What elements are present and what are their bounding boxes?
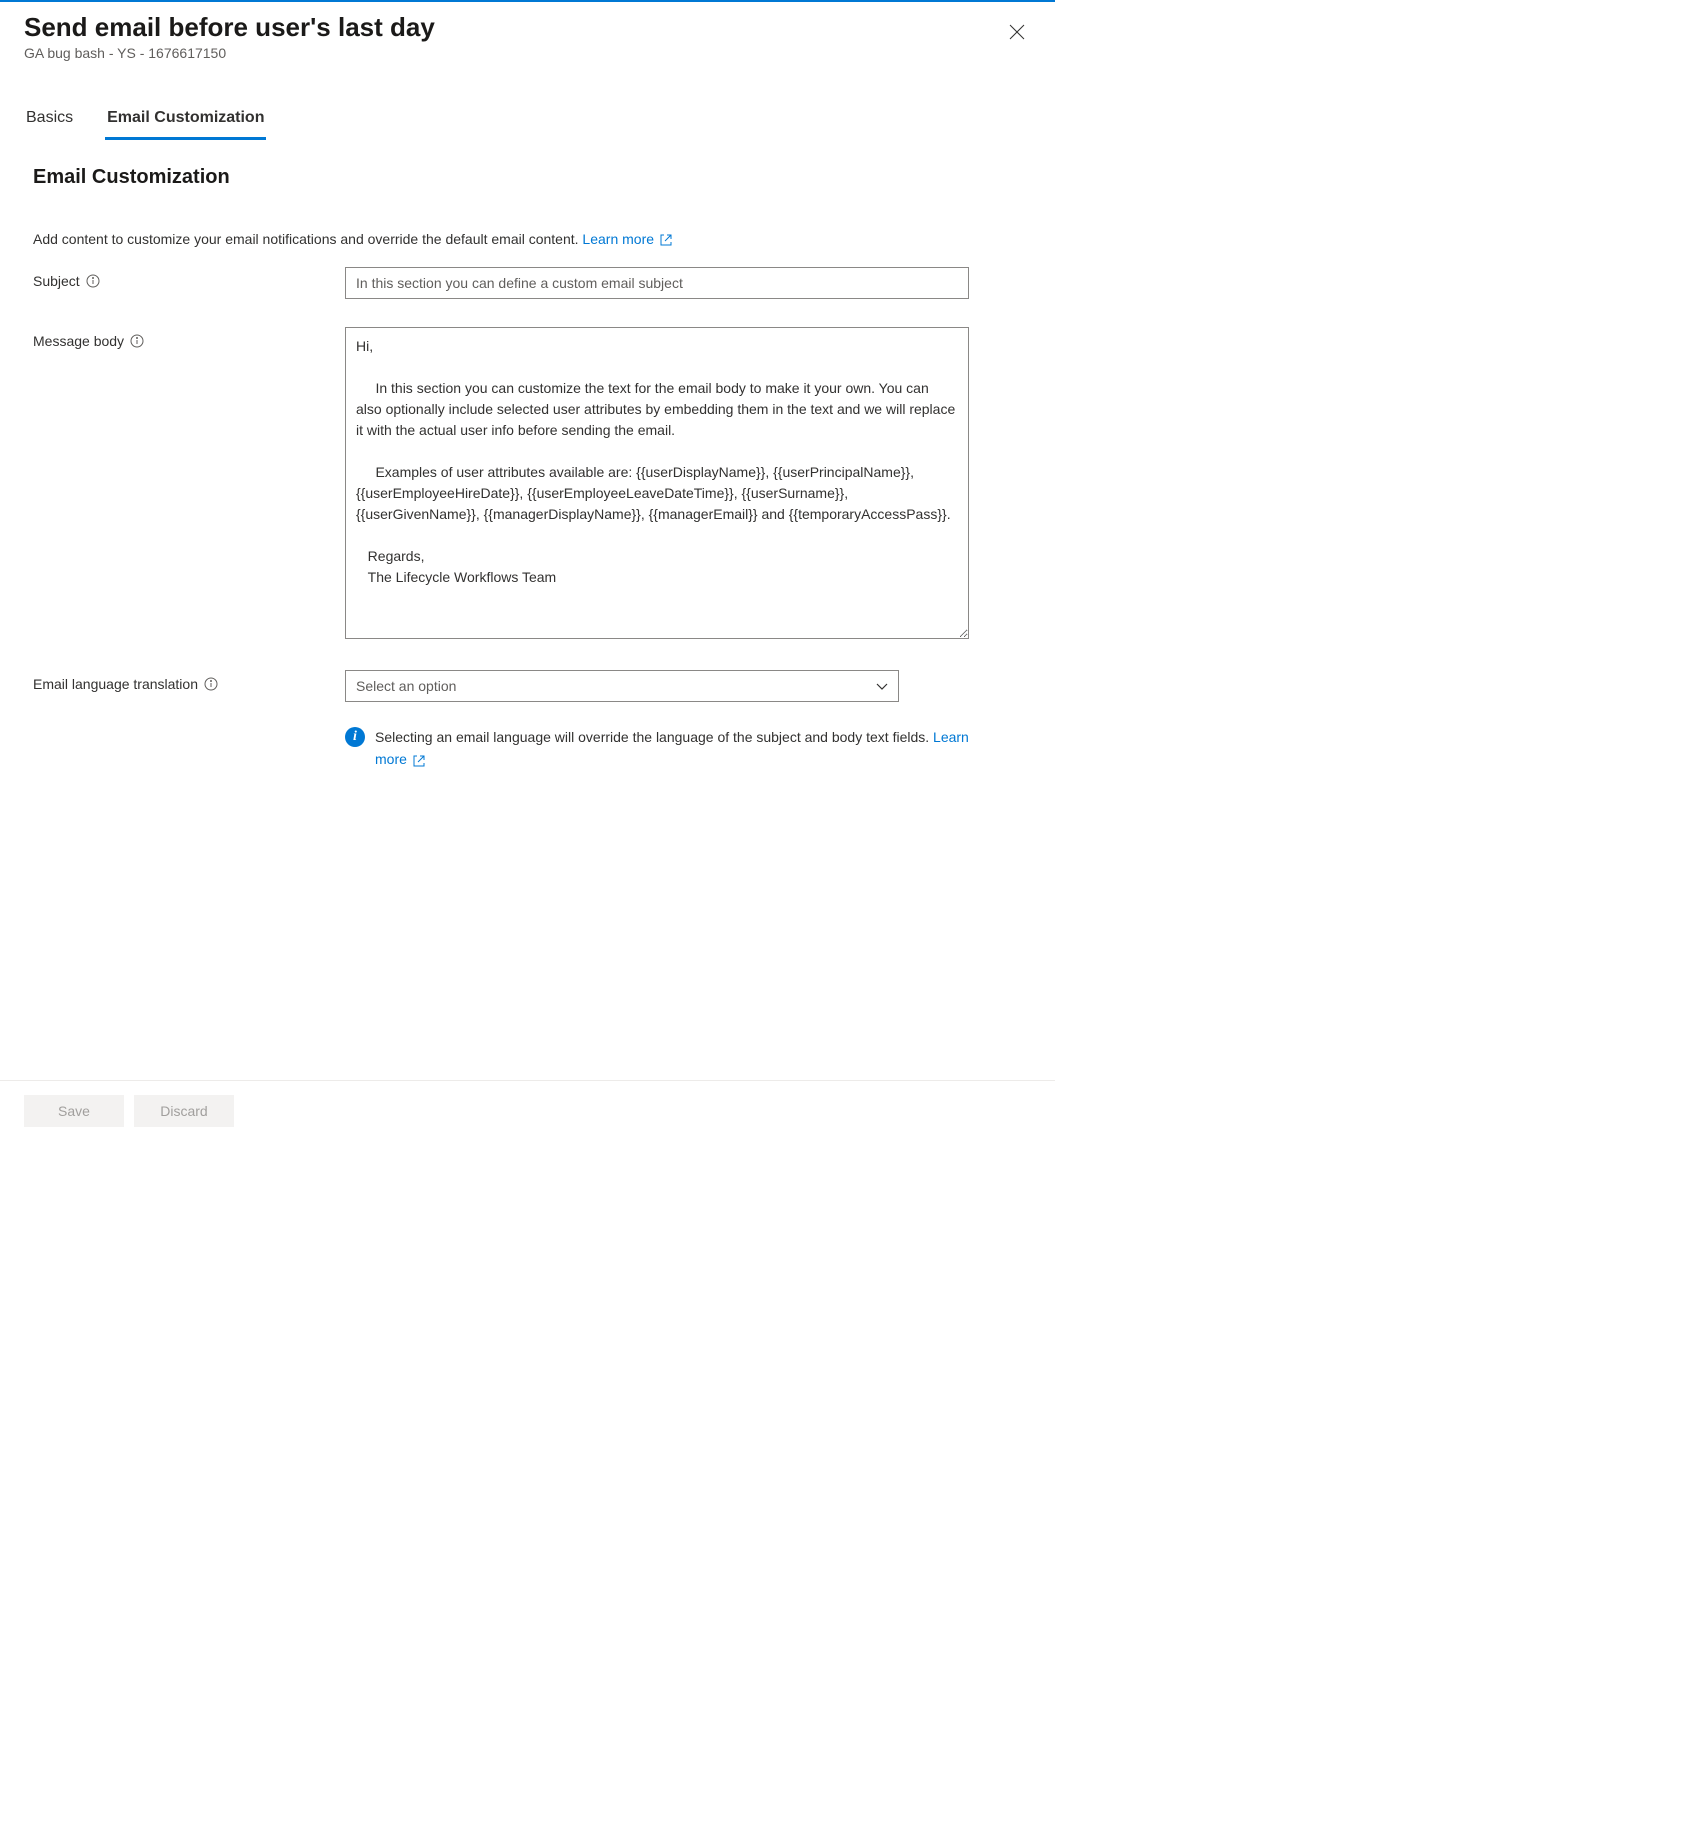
save-button[interactable]: Save — [24, 1095, 124, 1127]
tab-basics[interactable]: Basics — [24, 101, 75, 140]
learn-more-link[interactable]: Learn more — [582, 231, 671, 247]
subject-input[interactable] — [345, 267, 969, 299]
close-button[interactable] — [1003, 18, 1031, 49]
page-title: Send email before user's last day — [24, 12, 435, 43]
section-title: Email Customization — [24, 166, 1031, 189]
section-intro: Add content to customize your email noti… — [24, 231, 1031, 247]
close-icon — [1009, 24, 1025, 40]
info-icon[interactable] — [130, 334, 144, 348]
discard-button[interactable]: Discard — [134, 1095, 234, 1127]
tab-bar: Basics Email Customization — [24, 101, 1031, 140]
info-circle-icon: i — [345, 727, 365, 747]
message-body-input[interactable] — [345, 327, 969, 639]
external-link-icon — [413, 755, 425, 767]
learn-more-text: Learn more — [582, 231, 654, 247]
footer: Save Discard — [0, 1080, 1055, 1140]
info-icon[interactable] — [204, 677, 218, 691]
page-subtitle: GA bug bash - YS - 1676617150 — [24, 45, 435, 61]
external-link-icon — [660, 234, 672, 246]
intro-text: Add content to customize your email noti… — [33, 231, 579, 247]
language-info-span: Selecting an email language will overrid… — [375, 729, 929, 745]
tab-email-customization[interactable]: Email Customization — [105, 101, 266, 140]
info-icon[interactable] — [86, 274, 100, 288]
message-body-label: Message body — [33, 333, 124, 349]
language-info-text: Selecting an email language will overrid… — [375, 726, 973, 771]
subject-label: Subject — [33, 273, 80, 289]
language-select[interactable]: Select an option — [345, 670, 899, 702]
language-label: Email language translation — [33, 676, 198, 692]
